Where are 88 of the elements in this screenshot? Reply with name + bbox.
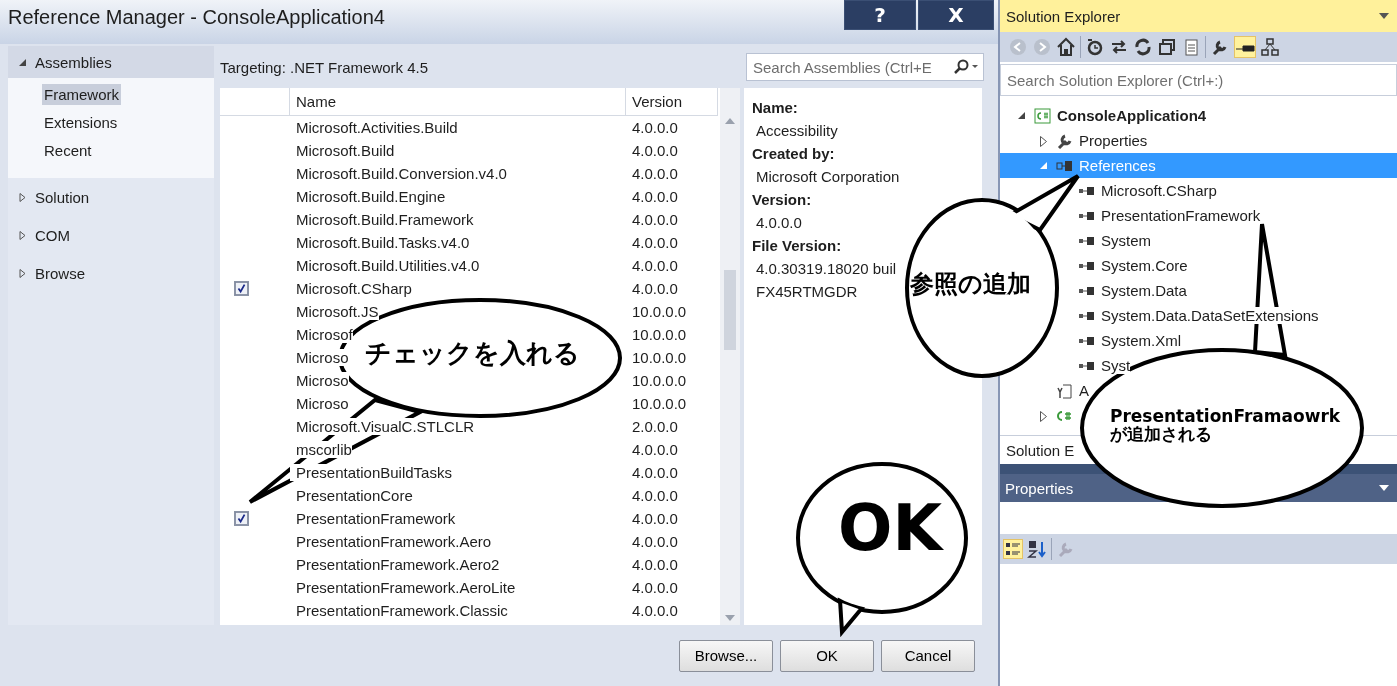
cancel-button[interactable]: Cancel <box>881 639 975 672</box>
table-cell-text: 4.0.0.0 <box>631 602 679 619</box>
table-cell-text: 4.0.0.0 <box>631 211 679 228</box>
table-cell-text: 4.0.0.0 <box>631 280 679 297</box>
search-icon[interactable] <box>953 59 979 75</box>
collapse-icon[interactable] <box>1157 37 1177 57</box>
dropdown-arrow-icon[interactable] <box>1379 485 1389 491</box>
detail-value: Microsoft Corporation <box>755 167 900 187</box>
help-button[interactable]: ? <box>844 0 916 30</box>
nav-section[interactable]: Browse <box>8 254 214 292</box>
column-header[interactable]: Version <box>626 88 718 115</box>
collapsed-arrow-icon[interactable] <box>18 268 27 278</box>
home-icon[interactable] <box>1056 37 1076 57</box>
config-file-icon <box>1056 382 1073 399</box>
nav-section[interactable]: Assemblies <box>8 46 214 78</box>
table-cell-text: 4.0.0.0 <box>631 510 679 527</box>
table-cell-text: 4.0.0.0 <box>631 188 679 205</box>
table-cell-text: 4.0.0.0 <box>631 165 679 182</box>
detail-label: Name: <box>752 98 799 118</box>
checkbox[interactable] <box>234 281 249 296</box>
detail-label: Created by: <box>752 144 836 164</box>
table-cell-text: 4.0.0.0 <box>631 533 679 550</box>
tree-item[interactable]: Microsoft.CSharp <box>1101 182 1217 199</box>
table-cell-text: 10.0.0.0 <box>631 395 688 412</box>
table-cell-text: 4.0.0.0 <box>631 441 679 458</box>
table-cell-text: 10.0.0.0 <box>631 303 688 320</box>
tree-item[interactable]: System.Xml <box>1101 332 1181 349</box>
tree-item[interactable]: ConsoleApplication4 <box>1057 107 1207 124</box>
table-cell-text: 4.0.0.0 <box>631 579 679 596</box>
detail-value: Accessibility <box>755 121 838 141</box>
detail-label: File Version: <box>752 236 843 256</box>
column-header[interactable]: Name <box>290 88 626 115</box>
collapsed-arrow-icon[interactable] <box>1038 135 1048 147</box>
table-cell-text: 4.0.0.0 <box>631 234 679 251</box>
tree-item[interactable]: Properties <box>1079 132 1148 149</box>
targeting-label: Targeting: .NET Framework 4.5 <box>220 58 429 76</box>
window-title: Reference Manager - ConsoleApplication4 <box>7 5 386 30</box>
table-cell: PresentationBuildTasks <box>290 464 452 481</box>
dropdown-arrow-icon[interactable] <box>1379 13 1389 19</box>
callout-text: OK <box>838 495 942 563</box>
scrollbar[interactable] <box>720 88 740 625</box>
collapsed-arrow-icon[interactable] <box>18 230 27 240</box>
scroll-thumb[interactable] <box>724 269 736 350</box>
pin-icon[interactable] <box>1234 36 1256 58</box>
table-cell-text: 4.0.0.0 <box>631 142 679 159</box>
detail-value: 4.0.0.0 <box>755 213 802 233</box>
close-button[interactable]: X <box>918 0 994 30</box>
collapsed-arrow-icon[interactable] <box>1038 410 1048 422</box>
panel-title: Solution Explorer <box>1006 7 1121 25</box>
table-cell-text: 4.0.0.0 <box>631 119 679 136</box>
table-cell-text: 2.0.0.0 <box>631 418 679 435</box>
nav-item[interactable]: Extensions <box>42 111 120 133</box>
nav-section[interactable]: COM <box>8 216 214 254</box>
table-cell-text: 4.0.0.0 <box>631 464 679 481</box>
diagram-icon[interactable] <box>1260 37 1280 57</box>
table-cell-text: 10.0.0.0 <box>631 326 688 343</box>
search-field[interactable]: Search Assemblies (Ctrl+E <box>746 53 984 81</box>
tree-item[interactable]: System.Data.DataSetExtensions <box>1101 307 1319 324</box>
detail-value: FX45RTMGDR <box>755 282 858 302</box>
clock-icon[interactable] <box>1085 37 1105 57</box>
panel-title: Properties <box>1005 479 1074 497</box>
nav-item[interactable]: Recent <box>42 139 94 161</box>
callout-text: 参照の追加 <box>910 272 1031 298</box>
sort-alphabetical-icon[interactable] <box>1027 539 1047 559</box>
wrench-icon <box>1056 132 1073 149</box>
table-cell-text: 10.0.0.0 <box>631 372 688 389</box>
csharp-project-icon <box>1034 107 1051 124</box>
table-cell-text: 4.0.0.0 <box>631 257 679 274</box>
expanded-arrow-icon[interactable] <box>18 57 27 67</box>
detail-value: 4.0.30319.18020 buil <box>755 259 897 279</box>
nav-section[interactable]: Solution <box>8 178 214 216</box>
table-cell-text: 4.0.0.0 <box>631 487 679 504</box>
ok-button[interactable]: OK <box>780 639 874 672</box>
checkbox[interactable] <box>234 511 249 526</box>
table-cell-text: 4.0.0.0 <box>631 556 679 573</box>
panel-tab[interactable]: Solution E <box>1000 441 1081 459</box>
detail-label: Version: <box>752 190 813 210</box>
browse-button[interactable]: Browse... <box>679 639 773 672</box>
expanded-arrow-icon[interactable] <box>1016 110 1026 120</box>
refresh-icon[interactable] <box>1133 37 1153 57</box>
callout-text: PresentationFramaowrk が追加される <box>1110 408 1341 444</box>
categorized-icon[interactable] <box>1003 539 1023 559</box>
tree-item[interactable]: PresentationFramework <box>1101 207 1261 224</box>
callout-text: チェックを入れる <box>365 340 580 368</box>
search-field[interactable]: Search Solution Explorer (Ctrl+:) <box>1000 64 1397 96</box>
table-cell-text: 10.0.0.0 <box>631 349 688 366</box>
nav-item[interactable]: Framework <box>42 83 121 105</box>
collapsed-arrow-icon[interactable] <box>18 192 27 202</box>
